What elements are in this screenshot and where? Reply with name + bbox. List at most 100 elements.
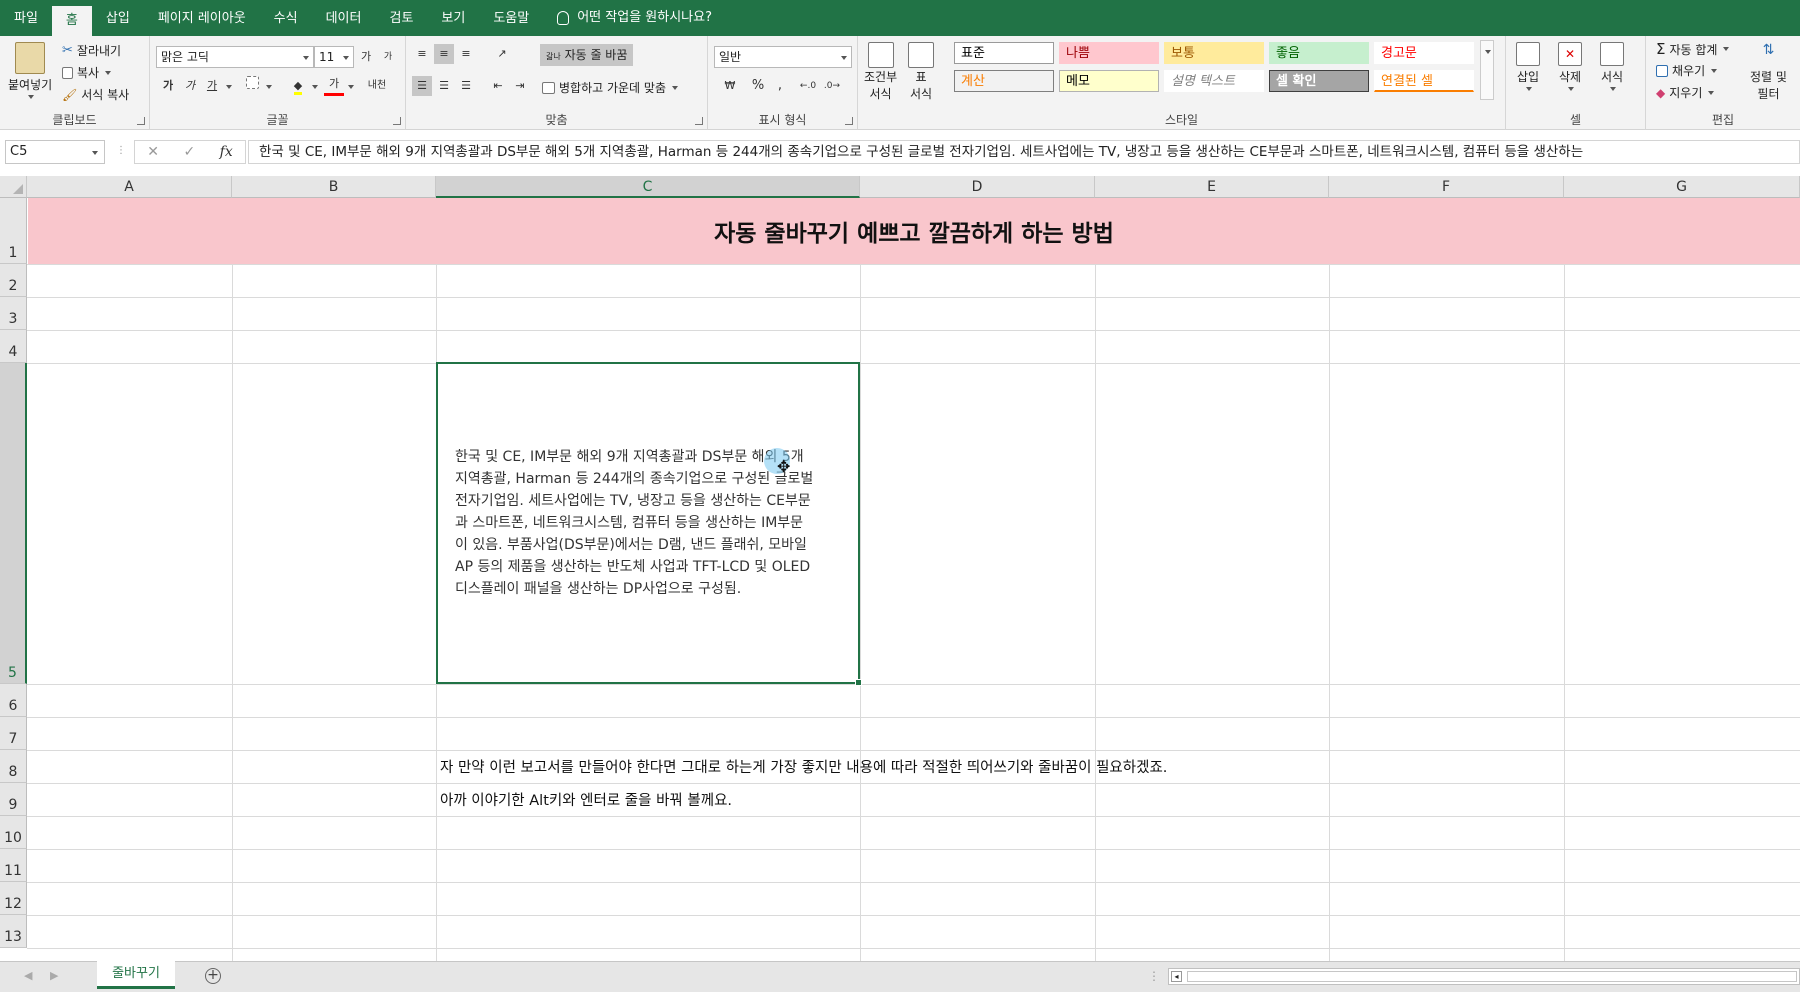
chevron-down-icon[interactable] — [266, 85, 272, 89]
increase-decimal-button[interactable]: ←.0 — [798, 76, 818, 96]
sort-filter-button[interactable]: ⇅ 정렬 및 필터 — [1750, 42, 1787, 102]
dialog-launcher-icon[interactable] — [695, 117, 703, 125]
align-bottom-button[interactable]: ≡ — [456, 44, 476, 64]
row-header-11[interactable]: 11 — [0, 849, 27, 882]
fill-color-button[interactable]: ◆ — [288, 76, 308, 96]
tab-page-layout[interactable]: 페이지 레이아웃 — [144, 0, 260, 36]
cell-style-item[interactable]: 좋음 — [1269, 42, 1369, 64]
cell-c8[interactable]: 자 만약 이런 보고서를 만들어야 한다면 그대로 하는게 가장 좋지만 내용에… — [440, 756, 1167, 777]
column-header-d[interactable]: D — [860, 176, 1095, 198]
sheet-title-cell[interactable]: 자동 줄바꾸기 예쁘고 깔끔하게 하는 방법 — [28, 198, 1800, 264]
tab-view[interactable]: 보기 — [427, 0, 479, 36]
formula-input[interactable]: 한국 및 CE, IM부문 해외 9개 지역총괄과 DS부문 해외 5개 지역총… — [248, 140, 1800, 164]
cell-c9[interactable]: 아까 이야기한 Alt키와 엔터로 줄을 바꿔 볼께요. — [440, 789, 732, 810]
conditional-formatting-button[interactable]: 조건부 서식 — [864, 42, 897, 102]
align-top-button[interactable]: ≡ — [412, 44, 432, 64]
column-header-c[interactable]: C — [436, 176, 860, 198]
row-header-2[interactable]: 2 — [0, 264, 27, 297]
font-size-select[interactable]: 11 — [314, 46, 354, 68]
name-box[interactable]: C5 — [5, 140, 105, 164]
tab-data[interactable]: 데이터 — [312, 0, 376, 36]
insert-cells-button[interactable]: 삽입 — [1516, 42, 1540, 91]
chevron-down-icon[interactable] — [226, 85, 232, 89]
cell-style-item[interactable]: 경고문 — [1374, 42, 1474, 64]
wrap-text-button[interactable]: 갋나 자동 줄 바꿈 — [540, 44, 634, 66]
row-header-4[interactable]: 4 — [0, 330, 27, 363]
row-header-9[interactable]: 9 — [0, 783, 27, 816]
align-middle-button[interactable]: ≡ — [434, 44, 454, 64]
dialog-launcher-icon[interactable] — [137, 117, 145, 125]
scroll-left-icon[interactable]: ◀ — [24, 969, 32, 982]
worksheet-grid[interactable]: A B C D E F G 1 2 3 4 5 6 7 8 9 10 11 12… — [0, 176, 1800, 961]
align-center-button[interactable]: ☰ — [434, 76, 454, 96]
insert-function-icon[interactable]: fx — [220, 144, 233, 160]
column-header-a[interactable]: A — [27, 176, 232, 198]
row-header-8[interactable]: 8 — [0, 750, 27, 783]
decrease-decimal-button[interactable]: .0→ — [822, 76, 842, 96]
percent-button[interactable]: % — [748, 76, 768, 96]
currency-button[interactable]: ₩ — [716, 76, 744, 96]
align-right-button[interactable]: ☰ — [456, 76, 476, 96]
add-sheet-icon[interactable]: + — [205, 968, 221, 984]
autosum-button[interactable]: Σ 자동 합계 — [1656, 40, 1730, 58]
increase-font-button[interactable]: 가 — [356, 47, 376, 67]
drag-handle-icon[interactable]: ⋮ — [116, 145, 126, 156]
sheet-tab-active[interactable]: 줄바꾸기 — [97, 961, 175, 989]
column-header-e[interactable]: E — [1095, 176, 1329, 198]
decrease-indent-button[interactable]: ⇤ — [488, 76, 508, 96]
format-as-table-button[interactable]: 표 서식 — [908, 42, 934, 102]
scrollbar-thumb[interactable] — [1187, 971, 1797, 982]
cell-style-item[interactable]: 셀 확인 — [1269, 70, 1369, 92]
font-color-button[interactable]: 가 — [324, 76, 344, 96]
active-cell-c5[interactable]: 한국 및 CE, IM부문 해외 9개 지역총괄과 DS부문 해외 5개 지역총괄… — [436, 362, 860, 684]
chevron-down-icon[interactable] — [312, 85, 318, 89]
decrease-font-button[interactable]: 가 — [378, 47, 398, 67]
row-header-1[interactable]: 1 — [0, 198, 27, 264]
cell-style-item[interactable]: 나쁨 — [1059, 42, 1159, 64]
column-header-b[interactable]: B — [232, 176, 436, 198]
orientation-button[interactable]: ↗ — [488, 44, 516, 64]
row-header-5[interactable]: 5 — [0, 363, 27, 684]
chevron-down-icon[interactable] — [348, 85, 354, 89]
row-header-3[interactable]: 3 — [0, 297, 27, 330]
number-format-select[interactable]: 일반 — [714, 46, 852, 68]
tab-home[interactable]: 홈 — [51, 6, 92, 36]
row-header-12[interactable]: 12 — [0, 882, 27, 915]
cell-style-item[interactable]: 메모 — [1059, 70, 1159, 92]
comma-button[interactable]: , — [770, 76, 790, 96]
tab-formulas[interactable]: 수식 — [260, 0, 312, 36]
fill-handle[interactable] — [855, 679, 862, 686]
dialog-launcher-icon[interactable] — [845, 117, 853, 125]
tell-me-box[interactable]: 어떤 작업을 원하시나요? — [543, 0, 726, 36]
cell-style-item[interactable]: 설명 텍스트 — [1164, 70, 1264, 92]
merge-center-button[interactable]: 병합하고 가운데 맞춤 — [542, 79, 678, 96]
cell-style-item[interactable]: 계산 — [954, 70, 1054, 92]
row-header-10[interactable]: 10 — [0, 816, 27, 849]
enter-icon[interactable]: ✓ — [183, 144, 195, 160]
column-header-f[interactable]: F — [1329, 176, 1564, 198]
cancel-icon[interactable]: ✕ — [147, 144, 159, 160]
tab-file[interactable]: 파일 — [0, 0, 52, 36]
bold-button[interactable]: 가 — [158, 76, 178, 96]
cell-style-item[interactable]: 연결된 셀 — [1374, 70, 1474, 92]
tab-review[interactable]: 검토 — [375, 0, 427, 36]
underline-button[interactable]: 가 — [202, 76, 222, 96]
cell-style-item[interactable]: 표준 — [954, 42, 1054, 64]
increase-indent-button[interactable]: ⇥ — [510, 76, 530, 96]
phonetic-button[interactable]: 내천 — [364, 76, 390, 96]
paste-button[interactable]: 붙여넣기 — [8, 42, 52, 99]
cut-button[interactable]: ✂ 잘라내기 — [62, 42, 121, 59]
font-name-select[interactable]: 맑은 고딕 — [156, 46, 314, 68]
tab-help[interactable]: 도움말 — [479, 0, 543, 36]
select-all-button[interactable] — [0, 176, 27, 198]
cell-style-item[interactable]: 보통 — [1164, 42, 1264, 64]
row-header-13[interactable]: 13 — [0, 915, 27, 948]
horizontal-scrollbar[interactable]: ◂ — [1168, 968, 1800, 985]
copy-button[interactable]: 복사 — [62, 64, 112, 81]
scroll-left-arrow-icon[interactable]: ◂ — [1171, 971, 1182, 982]
row-header-6[interactable]: 6 — [0, 684, 27, 717]
align-left-button[interactable]: ☰ — [412, 76, 432, 96]
tab-insert[interactable]: 삽입 — [92, 0, 144, 36]
column-header-g[interactable]: G — [1564, 176, 1800, 198]
italic-button[interactable]: 가 — [180, 76, 200, 96]
